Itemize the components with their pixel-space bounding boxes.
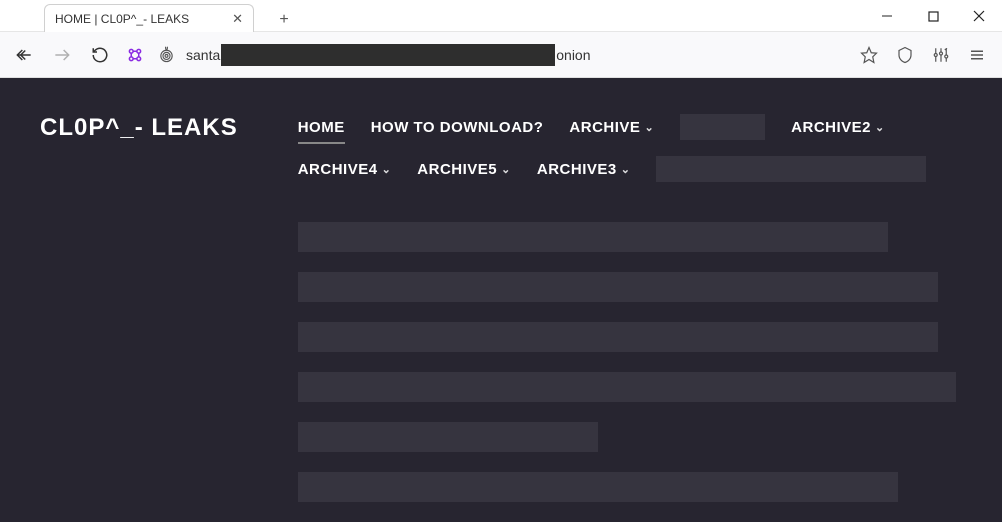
browser-tab[interactable]: HOME | CL0P^_- LEAKS ✕: [44, 4, 254, 32]
nav-row-1: HOME HOW TO DOWNLOAD? ARCHIVE⌄ ARCHIVE2⌄: [298, 114, 962, 140]
new-tab-button[interactable]: +: [272, 8, 296, 32]
list-item: [298, 222, 888, 252]
minimize-button[interactable]: [864, 0, 910, 32]
list-item: [298, 472, 898, 502]
circuit-icon[interactable]: [124, 44, 146, 66]
close-tab-icon[interactable]: ✕: [232, 11, 243, 27]
tab-title: HOME | CL0P^_- LEAKS: [55, 12, 189, 26]
chevron-down-icon: ⌄: [501, 163, 511, 176]
close-window-button[interactable]: [956, 0, 1002, 32]
url-redacted: [221, 44, 555, 66]
nav-archive[interactable]: ARCHIVE⌄: [569, 119, 654, 136]
security-level-button[interactable]: [926, 40, 956, 70]
back-button[interactable]: [10, 41, 38, 69]
content-listing: [298, 222, 962, 502]
nav-archive3[interactable]: ARCHIVE3⌄: [537, 161, 631, 178]
nav-row-2: ARCHIVE4⌄ ARCHIVE5⌄ ARCHIVE3⌄: [298, 156, 962, 182]
list-item: [298, 422, 598, 452]
url-prefix: santa: [186, 47, 220, 63]
list-item: [298, 372, 956, 402]
nav-home[interactable]: HOME: [298, 119, 345, 136]
url-bar: santa onion: [0, 32, 1002, 78]
page-content: CL0P^_- LEAKS HOME HOW TO DOWNLOAD? ARCH…: [0, 78, 1002, 522]
bookmark-button[interactable]: [854, 40, 884, 70]
nav-redacted-2: [656, 156, 926, 182]
window-controls: [864, 0, 1002, 32]
address-bar[interactable]: santa onion: [186, 41, 844, 69]
title-bar: HOME | CL0P^_- LEAKS ✕ +: [0, 0, 1002, 32]
menu-button[interactable]: [962, 40, 992, 70]
maximize-button[interactable]: [910, 0, 956, 32]
nav-redacted-1: [680, 114, 765, 140]
site-brand: CL0P^_- LEAKS: [40, 114, 238, 142]
url-suffix: onion: [556, 47, 590, 63]
nav-archive2[interactable]: ARCHIVE2⌄: [791, 119, 885, 136]
forward-button[interactable]: [48, 41, 76, 69]
onion-icon[interactable]: [156, 45, 176, 65]
reload-button[interactable]: [86, 41, 114, 69]
nav-archive5[interactable]: ARCHIVE5⌄: [417, 161, 511, 178]
nav-howto[interactable]: HOW TO DOWNLOAD?: [371, 119, 544, 136]
list-item: [298, 272, 938, 302]
nav-archive4[interactable]: ARCHIVE4⌄: [298, 161, 392, 178]
list-item: [298, 322, 938, 352]
chevron-down-icon: ⌄: [875, 121, 885, 134]
chevron-down-icon: ⌄: [644, 121, 654, 134]
chevron-down-icon: ⌄: [621, 163, 631, 176]
shield-button[interactable]: [890, 40, 920, 70]
chevron-down-icon: ⌄: [382, 163, 392, 176]
